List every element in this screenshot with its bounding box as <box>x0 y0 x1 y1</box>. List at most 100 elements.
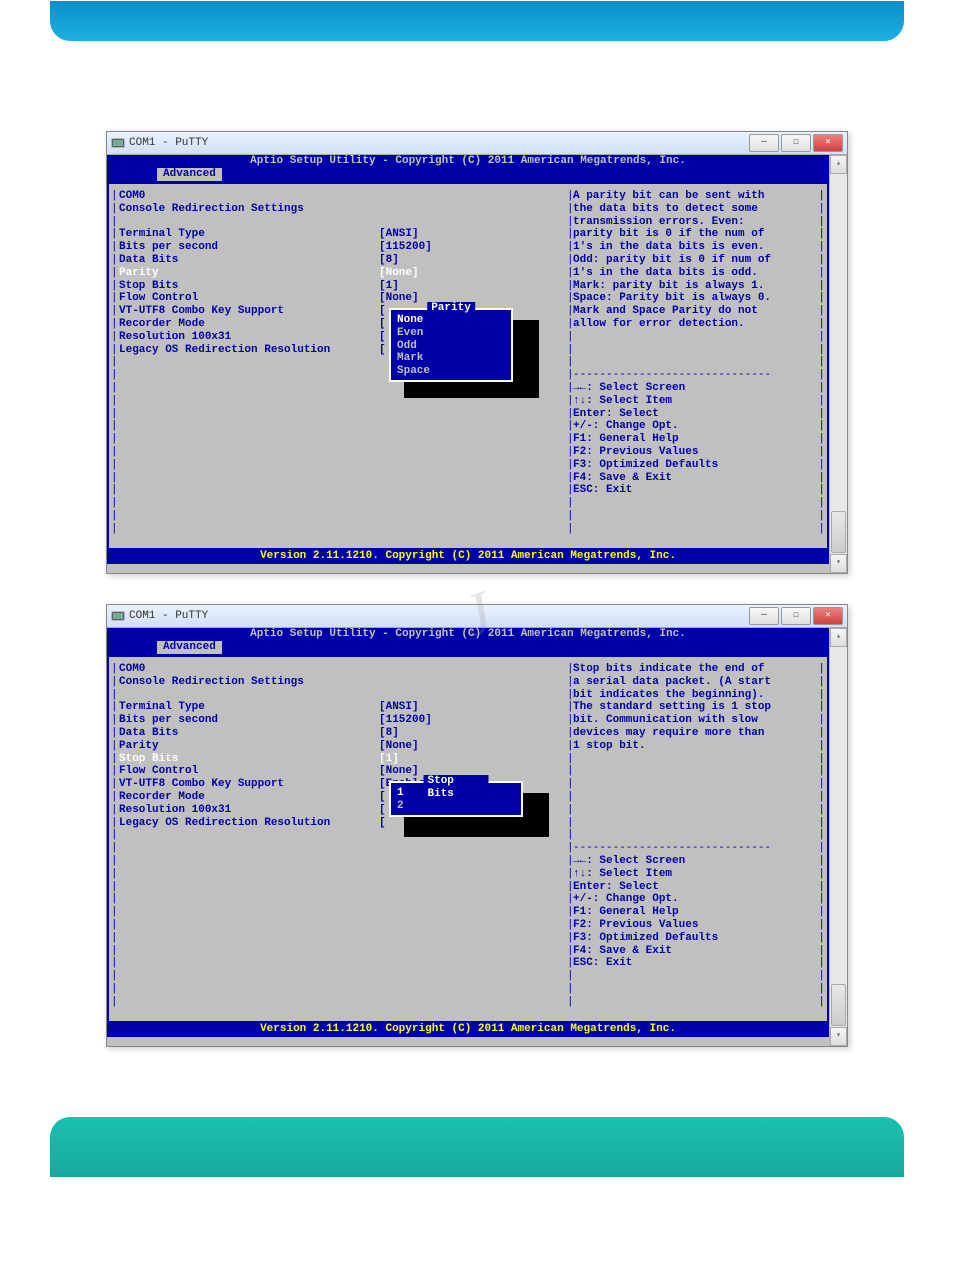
popup-item[interactable]: Even <box>391 327 511 340</box>
setting-label: Bits per second <box>119 714 379 727</box>
help-text-line: Mark and Space Parity do not <box>573 305 811 318</box>
scrollbar[interactable]: ▴ ▾ <box>829 155 847 573</box>
minimize-button[interactable]: ─ <box>749 134 779 152</box>
nav-help-line: ↑↓: Select Item <box>573 868 811 881</box>
stopbits-popup[interactable]: Stop Bits 12 <box>389 781 523 817</box>
terminal-2[interactable]: Aptio Setup Utility - Copyright (C) 2011… <box>107 628 829 1046</box>
help-text-line: bit indicates the beginning). <box>573 689 811 702</box>
popup-item[interactable]: Space <box>391 365 511 378</box>
tab-advanced[interactable]: Advanced <box>157 641 222 654</box>
setting-row[interactable]: Stop Bits[1] <box>119 280 564 293</box>
help-text-line: a serial data packet. (A start <box>573 676 811 689</box>
help-text-line: bit. Communication with slow <box>573 714 811 727</box>
setting-label: Bits per second <box>119 241 379 254</box>
nav-help-line: F1: General Help <box>573 906 811 919</box>
setting-row[interactable]: Bits per second[115200] <box>119 714 564 727</box>
section-heading: COM0 <box>119 190 564 203</box>
help-text-line: Odd: parity bit is 0 if num of <box>573 254 811 267</box>
setting-row[interactable]: Terminal Type[ANSI] <box>119 228 564 241</box>
putty-window-2: COM1 - PuTTY ─ ☐ ✕ Aptio Setup Utility -… <box>106 604 848 1047</box>
setting-row[interactable]: Data Bits[8] <box>119 254 564 267</box>
nav-help-line: Enter: Select <box>573 881 811 894</box>
setting-value: [8] <box>379 254 399 267</box>
setting-label: Stop Bits <box>119 280 379 293</box>
help-text-line: Mark: parity bit is always 1. <box>573 280 811 293</box>
maximize-button[interactable]: ☐ <box>781 134 811 152</box>
border-left: | | | | | | | | | | | | | | | | | | | | … <box>111 190 118 536</box>
scroll-up-button[interactable]: ▴ <box>830 628 847 647</box>
help-text-line: 1 stop bit. <box>573 740 811 753</box>
bios-tabs: Advanced <box>107 641 829 655</box>
nav-help-line: Enter: Select <box>573 408 811 421</box>
section-subheading: Console Redirection Settings <box>119 203 564 216</box>
setting-value: [115200] <box>379 241 432 254</box>
help-text-line: Space: Parity bit is always 0. <box>573 292 811 305</box>
setting-value: [ <box>379 344 386 357</box>
setting-row[interactable]: Stop Bits[1] <box>119 753 564 766</box>
minimize-button[interactable]: ─ <box>749 607 779 625</box>
setting-row[interactable]: Terminal Type[ANSI] <box>119 701 564 714</box>
help-column: A parity bit can be sent withthe data bi… <box>573 190 811 497</box>
border-right: | | | | | | | | | | | | | | | | | | | | … <box>818 663 825 1009</box>
setting-row[interactable]: Parity[None] <box>119 740 564 753</box>
scroll-down-button[interactable]: ▾ <box>830 554 847 573</box>
help-separator: ------------------------------ <box>573 842 811 855</box>
popup-item[interactable]: Mark <box>391 352 511 365</box>
scrollbar[interactable]: ▴ ▾ <box>829 628 847 1046</box>
nav-help-line: →←: Select Screen <box>573 855 811 868</box>
scroll-down-button[interactable]: ▾ <box>830 1027 847 1046</box>
setting-label: Flow Control <box>119 292 379 305</box>
bios-header: Aptio Setup Utility - Copyright (C) 2011… <box>107 628 829 641</box>
setting-value: [1] <box>379 280 399 293</box>
help-column: Stop bits indicate the end ofa serial da… <box>573 663 811 970</box>
maximize-button[interactable]: ☐ <box>781 607 811 625</box>
setting-value: [ <box>379 305 386 318</box>
window-title: COM1 - PuTTY <box>129 137 747 149</box>
tab-advanced[interactable]: Advanced <box>157 168 222 181</box>
nav-help-line: +/-: Change Opt. <box>573 420 811 433</box>
setting-label: VT-UTF8 Combo Key Support <box>119 778 379 791</box>
popup-item[interactable]: 2 <box>391 800 521 813</box>
bios-footer: Version 2.11.1210. Copyright (C) 2011 Am… <box>107 1023 829 1037</box>
help-text-line: A parity bit can be sent with <box>573 190 811 203</box>
putty-window-1: COM1 - PuTTY ─ ☐ ✕ Aptio Setup Utility -… <box>106 131 848 574</box>
scroll-up-button[interactable]: ▴ <box>830 155 847 174</box>
setting-label: Legacy OS Redirection Resolution <box>119 344 379 357</box>
nav-help-line: F2: Previous Values <box>573 919 811 932</box>
titlebar[interactable]: COM1 - PuTTY ─ ☐ ✕ <box>107 605 847 628</box>
setting-row[interactable]: Flow Control[None] <box>119 765 564 778</box>
help-text-line: parity bit is 0 if the num of <box>573 228 811 241</box>
close-button[interactable]: ✕ <box>813 607 843 625</box>
setting-label: Data Bits <box>119 727 379 740</box>
popup-item[interactable]: None <box>391 314 511 327</box>
setting-row[interactable]: Bits per second[115200] <box>119 241 564 254</box>
parity-popup[interactable]: Parity NoneEvenOddMarkSpace <box>389 308 513 382</box>
bios-body-1: | | | | | | | | | | | | | | | | | | | | … <box>107 182 829 550</box>
titlebar[interactable]: COM1 - PuTTY ─ ☐ ✕ <box>107 132 847 155</box>
border-left: | | | | | | | | | | | | | | | | | | | | … <box>111 663 118 1009</box>
popup-item[interactable]: Odd <box>391 340 511 353</box>
scroll-thumb[interactable] <box>831 511 846 553</box>
help-text-line: Stop bits indicate the end of <box>573 663 811 676</box>
bios-footer: Version 2.11.1210. Copyright (C) 2011 Am… <box>107 550 829 564</box>
setting-value: [1] <box>379 753 399 766</box>
setting-value: [ <box>379 318 386 331</box>
setting-label: Parity <box>119 740 379 753</box>
nav-help-line: F4: Save & Exit <box>573 945 811 958</box>
section-heading: COM0 <box>119 663 564 676</box>
terminal-1[interactable]: Aptio Setup Utility - Copyright (C) 2011… <box>107 155 829 573</box>
setting-row[interactable]: Data Bits[8] <box>119 727 564 740</box>
setting-label: Resolution 100x31 <box>119 331 379 344</box>
setting-row[interactable]: Flow Control[None] <box>119 292 564 305</box>
help-text-line: devices may require more than <box>573 727 811 740</box>
bios-header: Aptio Setup Utility - Copyright (C) 2011… <box>107 155 829 168</box>
setting-label: Parity <box>119 267 379 280</box>
setting-row[interactable]: Parity[None] <box>119 267 564 280</box>
setting-value: [ANSI] <box>379 228 419 241</box>
setting-value: [None] <box>379 740 419 753</box>
setting-label: Flow Control <box>119 765 379 778</box>
help-text-line: allow for error detection. <box>573 318 811 331</box>
close-button[interactable]: ✕ <box>813 134 843 152</box>
scroll-thumb[interactable] <box>831 984 846 1026</box>
setting-value: [ <box>379 331 386 344</box>
